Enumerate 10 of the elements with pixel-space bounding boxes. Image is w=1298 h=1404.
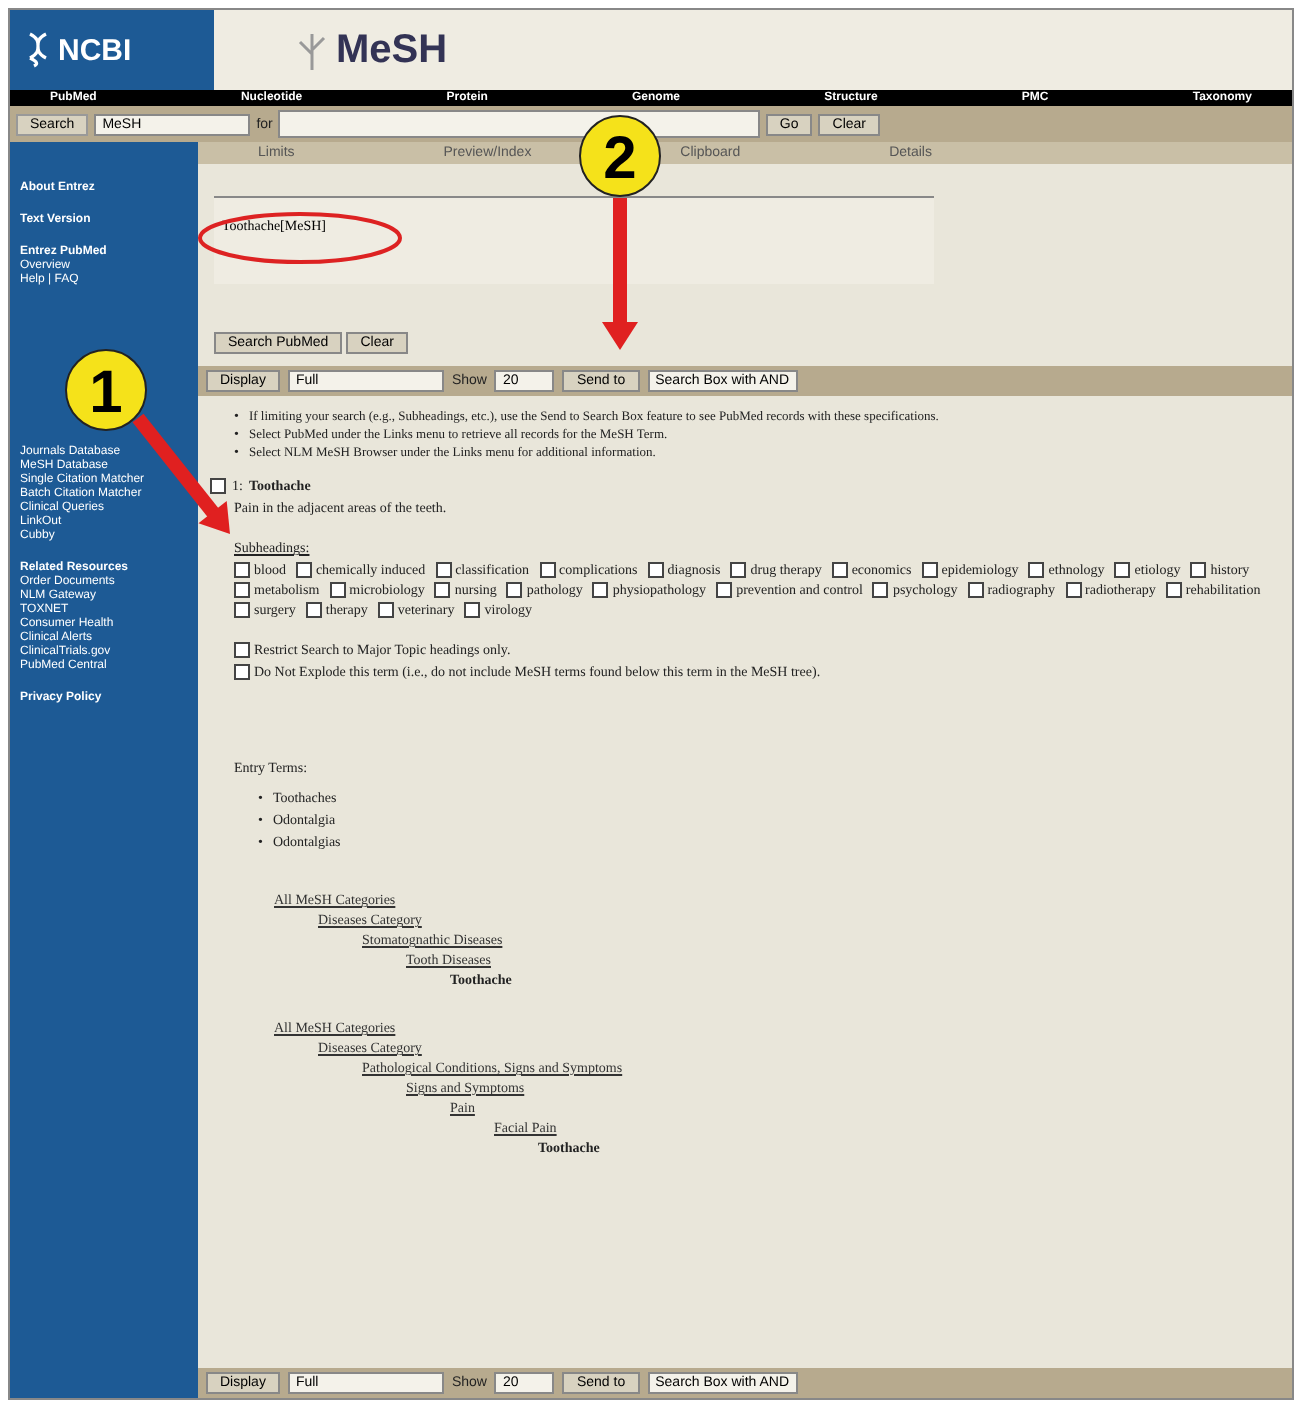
helix-icon: [26, 32, 50, 68]
callout-circle: [579, 115, 661, 197]
app-logo: MeSH: [214, 10, 1292, 90]
search-field[interactable]: [278, 110, 760, 138]
callout-number: 1: [89, 360, 123, 426]
record-checkbox[interactable]: [210, 478, 226, 494]
site-logo[interactable]: NCBI: [10, 10, 214, 90]
callout-number: 2: [603, 126, 637, 192]
callout-circle: [65, 349, 147, 431]
tree-icon: [294, 30, 330, 70]
